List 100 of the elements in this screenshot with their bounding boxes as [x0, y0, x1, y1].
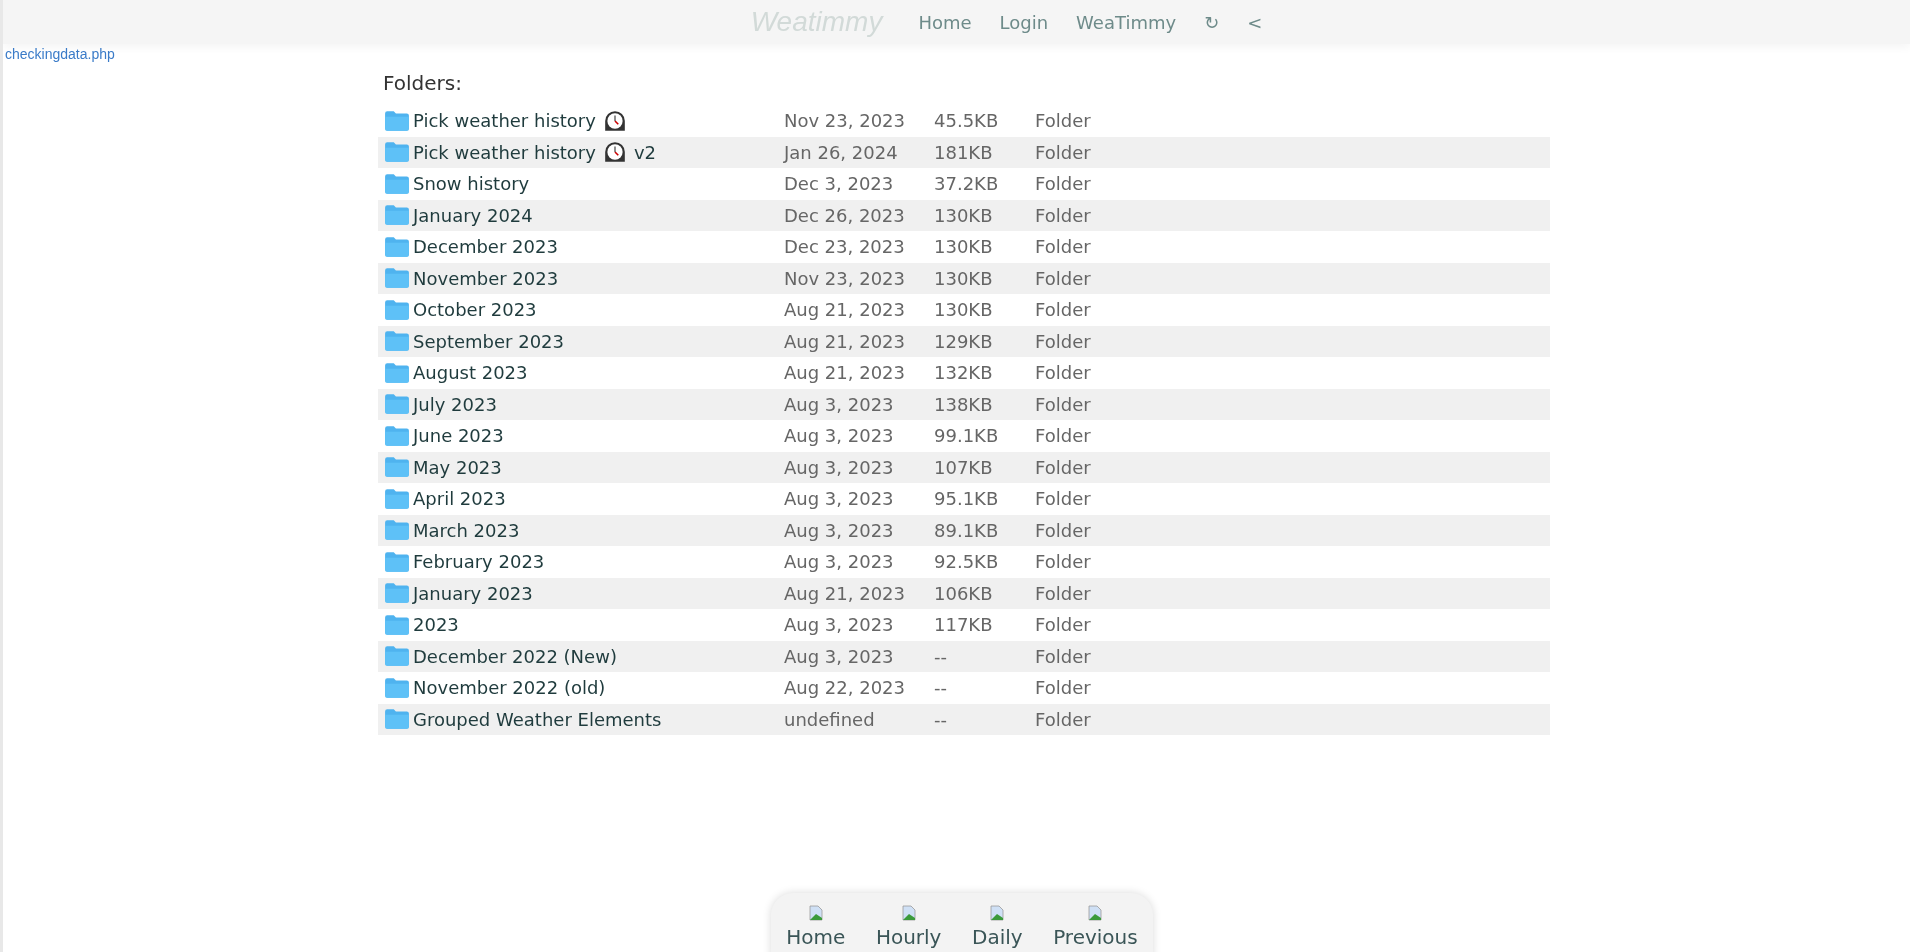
folder-name[interactable]: November 2023 — [413, 267, 559, 289]
folder-icon — [384, 519, 410, 542]
folder-icon — [384, 204, 410, 227]
bottom-nav-item[interactable]: Hourly — [875, 905, 942, 952]
date-cell-text: Aug 21, 2023 — [784, 330, 907, 352]
size-cell-text: 129KB — [934, 330, 994, 352]
table-row-shaded[interactable]: January 2023 Aug 21, 2023 106KB Folder — [378, 577, 1550, 609]
size-cell-text: 138KB — [934, 393, 994, 415]
table-row[interactable]: Snow history Dec 3, 2023 37.2KB Folder — [378, 168, 1550, 200]
folder-icon — [384, 582, 410, 605]
type-cell-text: Folder — [1035, 141, 1092, 163]
folder-name[interactable]: January 2024 — [413, 204, 533, 226]
date-cell-text: Dec 26, 2023 — [784, 204, 906, 226]
table-row-shaded[interactable]: May 2023 Aug 3, 2023 107KB Folder — [378, 451, 1550, 483]
folder-icon — [384, 676, 410, 699]
size-cell-text: 37.2KB — [934, 173, 1000, 195]
bottom-nav-item[interactable]: Home — [786, 905, 846, 952]
folder-icon — [384, 172, 410, 195]
broken-image-icon — [900, 905, 917, 921]
folder-name[interactable]: 2023 — [413, 614, 459, 636]
folder-name[interactable]: December 2022 (New) — [413, 645, 617, 667]
bottom-nav-item[interactable]: Daily — [972, 905, 1023, 952]
folder-name[interactable]: December 2023 — [413, 236, 558, 258]
type-cell-text: Folder — [1035, 267, 1092, 289]
size-cell-text: 106KB — [934, 582, 994, 604]
date-cell-text: Aug 3, 2023 — [784, 551, 895, 573]
folder-name[interactable]: March 2023 — [413, 519, 520, 541]
table-row[interactable]: August 2023 Aug 21, 2023 132KB Folder — [378, 357, 1550, 389]
size-cell-text: 45.5KB — [934, 110, 1000, 132]
folder-icon — [384, 109, 410, 132]
date-cell-text: Aug 21, 2023 — [784, 582, 907, 604]
folder-name[interactable]: August 2023 — [413, 362, 528, 384]
type-cell-text: Folder — [1035, 236, 1092, 258]
table-row-shaded[interactable]: December 2022 (New) Aug 3, 2023 -- Folder — [378, 640, 1550, 672]
table-row[interactable]: 2023 Aug 3, 2023 117KB Folder — [378, 609, 1550, 641]
date-cell-text: Aug 22, 2023 — [784, 677, 907, 699]
folder-name[interactable]: September 2023 — [413, 330, 565, 352]
folder-name[interactable]: Grouped Weather Elements — [413, 708, 662, 730]
table-row-shaded[interactable]: Grouped Weather Elements undefined -- Folder — [378, 703, 1550, 735]
folder-name[interactable]: Pick weather history — [413, 141, 596, 163]
folder-icon — [384, 645, 410, 668]
size-cell-text: -- — [934, 677, 948, 699]
size-cell-text: 95.1KB — [934, 488, 1000, 510]
date-cell-text: Aug 3, 2023 — [784, 456, 895, 478]
table-row[interactable]: June 2023 Aug 3, 2023 99.1KB Folder — [378, 420, 1550, 452]
table-row[interactable]: February 2023 Aug 3, 2023 92.5KB Folder — [378, 546, 1550, 578]
folder-icon — [384, 393, 410, 416]
table-row-shaded[interactable]: Pick weather history v2 Jan 26, 2024 181KB Folder — [378, 136, 1550, 168]
table-row[interactable]: October 2023 Aug 21, 2023 130KB Folder — [378, 294, 1550, 326]
folder-name[interactable]: May 2023 — [413, 456, 502, 478]
table-row-shaded[interactable]: September 2023 Aug 21, 2023 129KB Folder — [378, 325, 1550, 357]
table-row[interactable]: December 2023 Dec 23, 2023 130KB Folder — [378, 231, 1550, 263]
folder-icon — [384, 456, 410, 479]
table-row[interactable]: November 2022 (old) Aug 22, 2023 -- Folder — [378, 672, 1550, 704]
date-cell-text: Aug 3, 2023 — [784, 519, 895, 541]
folder-name[interactable]: October 2023 — [413, 299, 537, 321]
folder-icon — [384, 361, 410, 384]
folder-icon — [384, 708, 410, 731]
date-cell-text: Nov 23, 2023 — [784, 267, 906, 289]
type-cell-text: Folder — [1035, 614, 1092, 636]
folder-name[interactable]: January 2023 — [413, 582, 533, 604]
folders-heading: Folders: — [383, 71, 463, 95]
size-cell-text: 130KB — [934, 299, 994, 321]
type-cell-text: Folder — [1035, 645, 1092, 667]
size-cell-text: 99.1KB — [934, 425, 1000, 447]
size-cell-text: 130KB — [934, 204, 994, 226]
date-cell-text: Aug 3, 2023 — [784, 614, 895, 636]
folder-name[interactable]: July 2023 — [413, 393, 497, 415]
date-cell-text: Jan 26, 2024 — [784, 141, 899, 163]
folder-name[interactable]: April 2023 — [413, 488, 506, 510]
folder-icon — [384, 550, 410, 573]
bottom-nav-item[interactable]: Previous — [1053, 905, 1138, 952]
folder-name[interactable]: June 2023 — [413, 425, 504, 447]
table-row[interactable]: Pick weather history Nov 23, 2023 45.5KB Folder — [378, 105, 1550, 137]
table-row-shaded[interactable]: November 2023 Nov 23, 2023 130KB Folder — [378, 262, 1550, 294]
table-row-shaded[interactable]: March 2023 Aug 3, 2023 89.1KB Folder — [378, 514, 1550, 546]
size-cell-text: 181KB — [934, 141, 994, 163]
table-row[interactable]: April 2023 Aug 3, 2023 95.1KB Folder — [378, 483, 1550, 515]
folder-icon — [384, 298, 410, 321]
date-cell-text: Dec 23, 2023 — [784, 236, 906, 258]
type-cell-text: Folder — [1035, 173, 1092, 195]
folder-name[interactable]: Pick weather history — [413, 110, 596, 132]
table-row-shaded[interactable]: January 2024 Dec 26, 2023 130KB Folder — [378, 199, 1550, 231]
page-link[interactable]: checkingdata.php — [5, 46, 115, 62]
folder-icon — [384, 267, 410, 290]
type-cell-text: Folder — [1035, 582, 1092, 604]
size-cell-text: 92.5KB — [934, 551, 1000, 573]
folder-name[interactable]: February 2023 — [413, 551, 545, 573]
type-cell-text: Folder — [1035, 110, 1092, 132]
type-cell-text: Folder — [1035, 677, 1092, 699]
folder-name[interactable]: November 2022 (old) — [413, 677, 606, 699]
size-cell-text: 107KB — [934, 456, 994, 478]
folder-icon — [384, 487, 410, 510]
date-cell-text: Aug 3, 2023 — [784, 393, 895, 415]
table-row-shaded[interactable]: July 2023 Aug 3, 2023 138KB Folder — [378, 388, 1550, 420]
folder-icon — [384, 330, 410, 353]
folder-name[interactable]: Snow history — [413, 173, 530, 195]
date-cell-text: Aug 21, 2023 — [784, 362, 907, 384]
type-cell-text: Folder — [1035, 551, 1092, 573]
broken-image-icon — [1087, 905, 1104, 921]
